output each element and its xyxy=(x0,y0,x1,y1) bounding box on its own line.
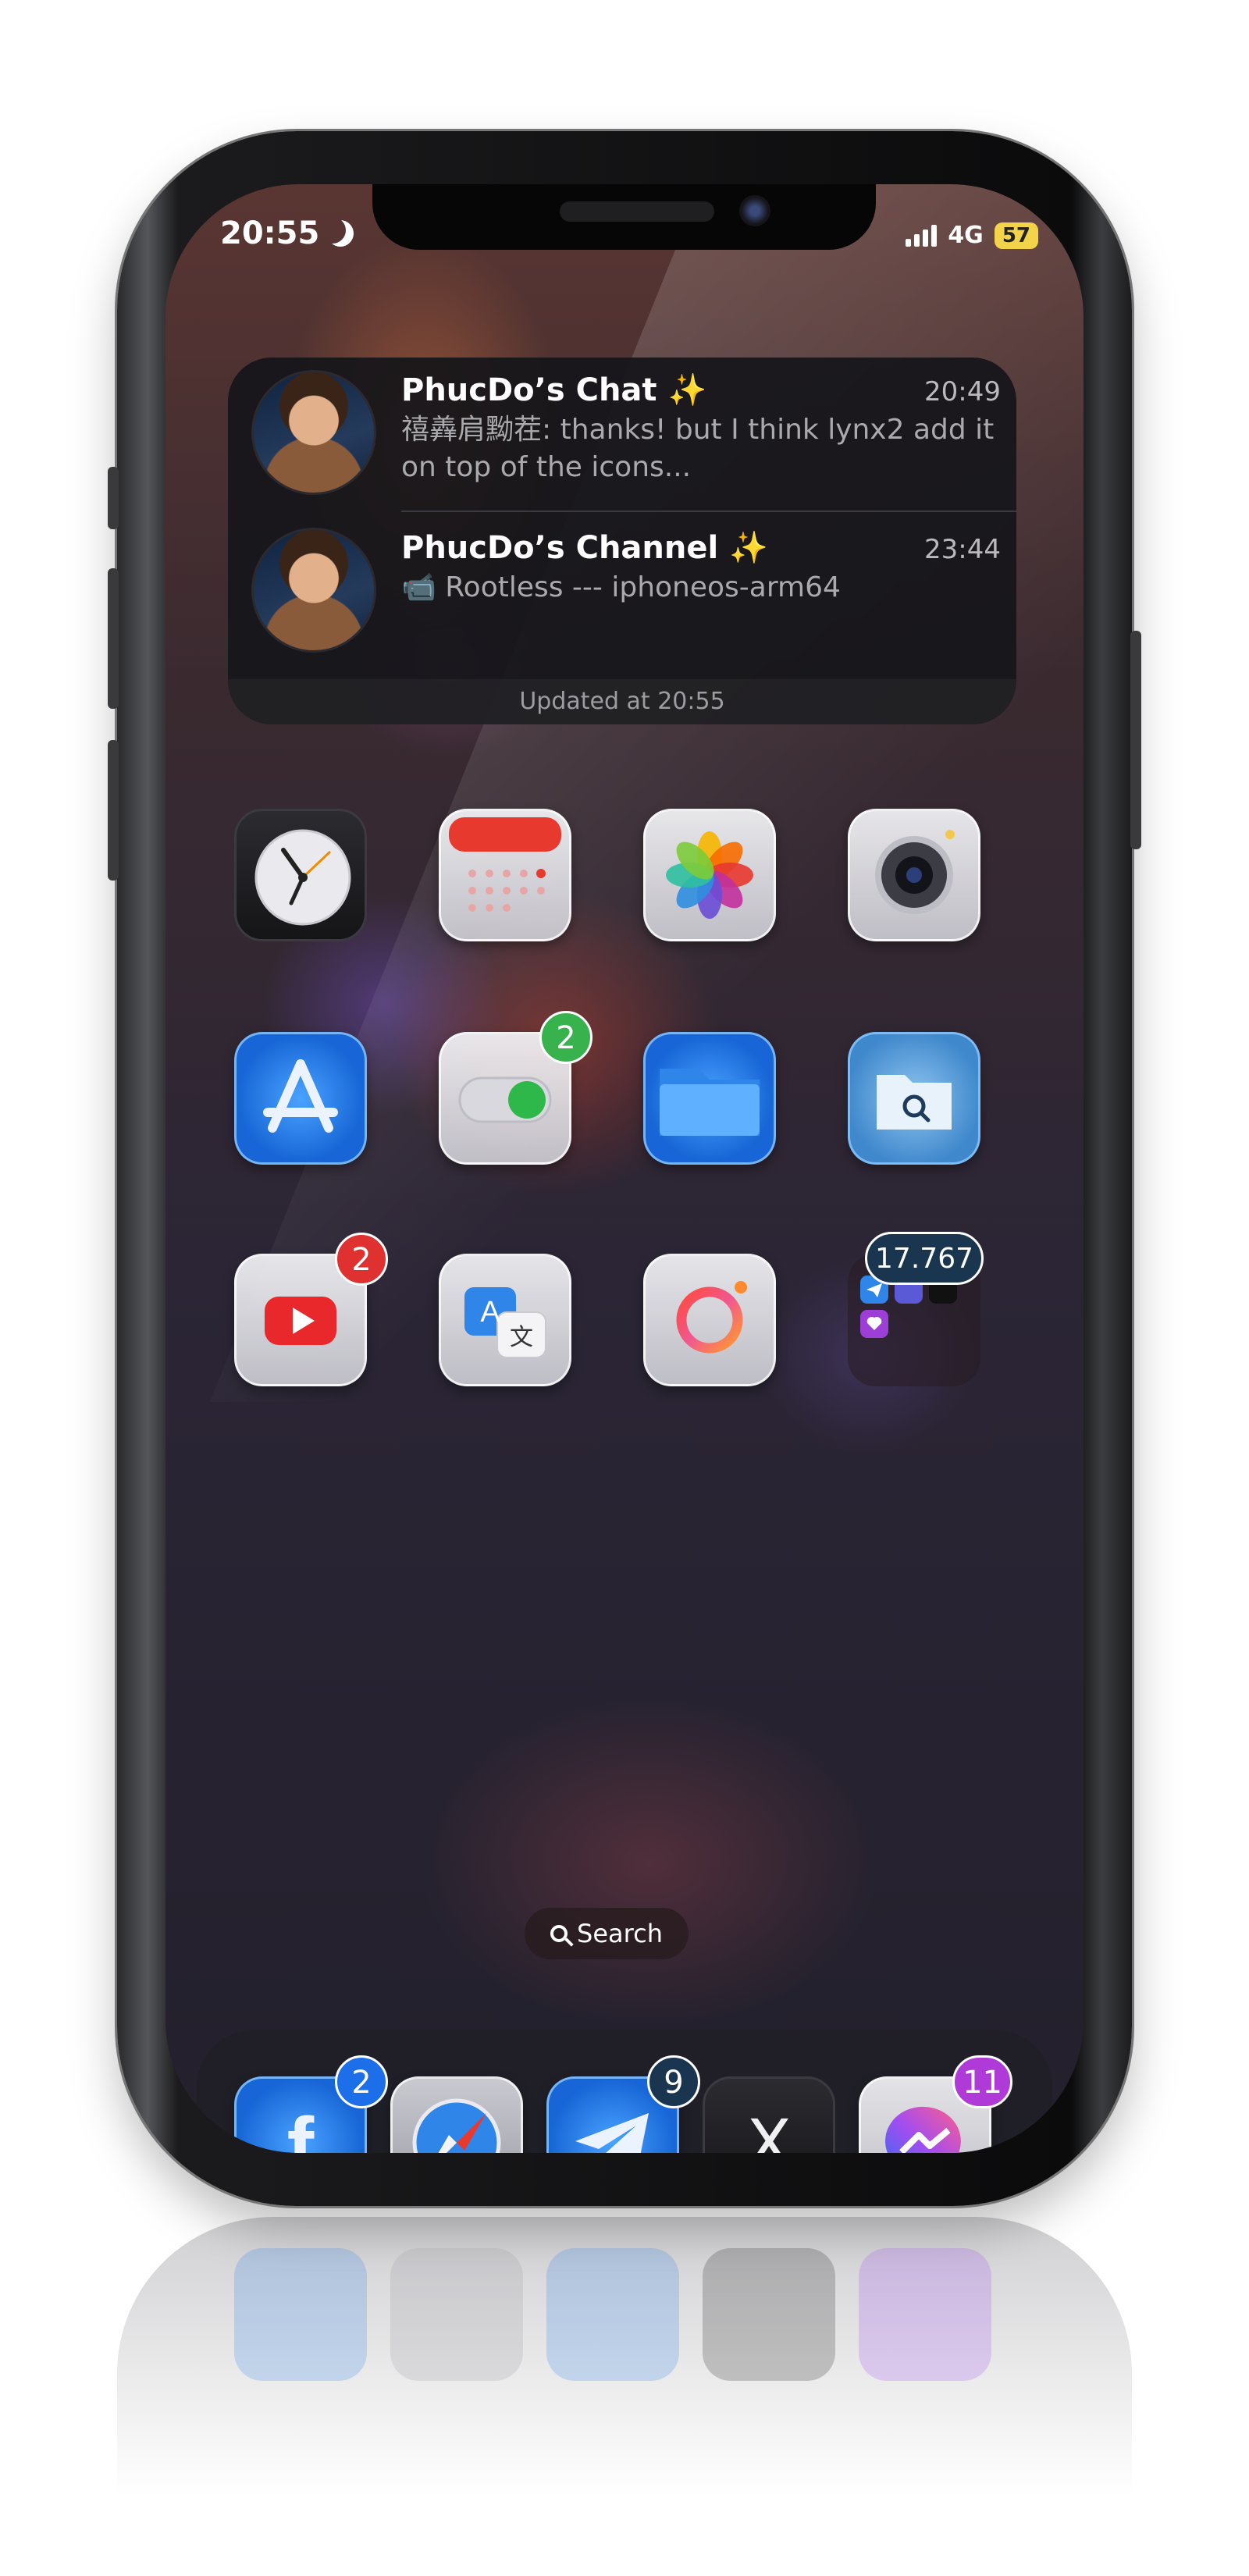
notification-badge: 2 xyxy=(335,1233,388,1286)
power-button xyxy=(1130,631,1141,849)
search-icon xyxy=(550,1925,568,1942)
home-screen: 20:55 4G 57 PhucDo’s Chat ✨ 20:49 禧羴肩黝茬:… xyxy=(165,184,1084,2153)
svg-text:f: f xyxy=(287,2101,315,2153)
svg-text:A: A xyxy=(480,1296,500,1329)
chat-time: 23:44 xyxy=(924,534,1001,565)
divider xyxy=(401,511,1016,512)
action-button xyxy=(108,467,119,529)
camera-app[interactable] xyxy=(848,809,980,941)
finder-app[interactable] xyxy=(848,1032,980,1165)
app-store-app[interactable] xyxy=(234,1032,367,1165)
translate-icon: A 文 xyxy=(464,1287,546,1358)
signal-icon xyxy=(906,224,938,247)
moon-icon xyxy=(327,220,354,247)
volume-down-button xyxy=(108,740,119,881)
notification-badge: 2 xyxy=(335,2055,388,2108)
notification-badge: 11 xyxy=(952,2055,1012,2108)
speaker-grille xyxy=(560,201,714,222)
app-store-icon xyxy=(263,1059,338,1133)
instagram-ring-icon xyxy=(676,1281,747,1354)
chat-widget[interactable]: PhucDo’s Chat ✨ 20:49 禧羴肩黝茬: thanks! but… xyxy=(228,358,1016,724)
chat-row-chat[interactable]: PhucDo’s Chat ✨ 20:49 禧羴肩黝茬: thanks! but… xyxy=(251,370,1001,503)
chat-row-channel[interactable]: PhucDo’s Channel ✨ 23:44 📹 Rootless --- … xyxy=(251,528,1001,660)
camera-icon xyxy=(875,830,955,914)
calendar-app[interactable] xyxy=(439,809,571,941)
avatar xyxy=(251,528,376,653)
photos-app[interactable] xyxy=(643,809,776,941)
facebook-app[interactable]: f 2 xyxy=(234,2055,388,2153)
app-folder[interactable]: 17.767 xyxy=(848,1232,984,1386)
calendar-icon xyxy=(449,817,561,912)
messenger-reflection xyxy=(859,2248,991,2381)
search-label: Search xyxy=(577,1919,663,1948)
telegram-app[interactable]: 9 xyxy=(546,2055,700,2153)
safari-icon xyxy=(412,2098,501,2153)
svg-text:X: X xyxy=(746,2105,792,2153)
chat-text: PhucDo’s Chat ✨ 20:49 禧羴肩黝茬: thanks! but… xyxy=(401,370,1001,503)
battery-icon: 57 xyxy=(994,222,1038,249)
dock: f 2 9 X 11 xyxy=(197,2030,1052,2153)
chat-title: PhucDo’s Chat ✨ xyxy=(401,372,707,408)
files-icon xyxy=(660,1069,760,1136)
facebook-reflection xyxy=(234,2248,367,2381)
status-bar-right: 4G 57 xyxy=(906,222,1038,249)
safari-reflection xyxy=(390,2248,523,2381)
chat-text: PhucDo’s Channel ✨ 23:44 📹 Rootless --- … xyxy=(401,528,1001,660)
safari-app[interactable] xyxy=(390,2076,523,2153)
chat-time: 20:49 xyxy=(924,376,1001,407)
phone-reflection xyxy=(117,2217,1132,2545)
notification-badge: 17.767 xyxy=(865,1232,984,1285)
settings-app[interactable]: 2 xyxy=(439,1011,592,1165)
chat-message: 📹 Rootless --- iphoneos-arm64 xyxy=(401,571,841,603)
front-camera xyxy=(739,195,770,226)
photos-icon xyxy=(666,831,753,919)
finder-icon xyxy=(877,1075,952,1130)
clock-icon xyxy=(254,829,351,926)
time-label: 20:55 xyxy=(220,215,320,251)
search-button[interactable]: Search xyxy=(525,1908,689,1959)
avatar xyxy=(251,370,376,495)
volume-up-button xyxy=(108,568,119,709)
x-reflection xyxy=(703,2248,835,2381)
messenger-app[interactable]: 11 xyxy=(859,2055,1012,2153)
status-bar-time: 20:55 xyxy=(220,215,354,251)
x-app[interactable]: X xyxy=(703,2076,835,2153)
camera-ring-app[interactable] xyxy=(643,1254,776,1386)
x-icon: X xyxy=(746,2105,792,2153)
notification-badge: 9 xyxy=(647,2055,700,2108)
svg-text:文: 文 xyxy=(510,1324,533,1351)
clock-app[interactable] xyxy=(234,809,367,941)
chat-title: PhucDo’s Channel ✨ xyxy=(401,530,768,566)
youtube-app[interactable]: 2 xyxy=(234,1233,388,1386)
notification-badge: 2 xyxy=(539,1011,592,1064)
notch xyxy=(372,184,876,250)
telegram-reflection xyxy=(546,2248,679,2381)
files-app[interactable] xyxy=(643,1032,776,1165)
widget-updated-label: Updated at 20:55 xyxy=(228,679,1016,724)
translate-app[interactable]: A 文 xyxy=(439,1254,571,1386)
chat-message: 禧羴肩黝茬: thanks! but I think lynx2 add it … xyxy=(401,414,995,483)
network-label: 4G xyxy=(948,222,984,249)
